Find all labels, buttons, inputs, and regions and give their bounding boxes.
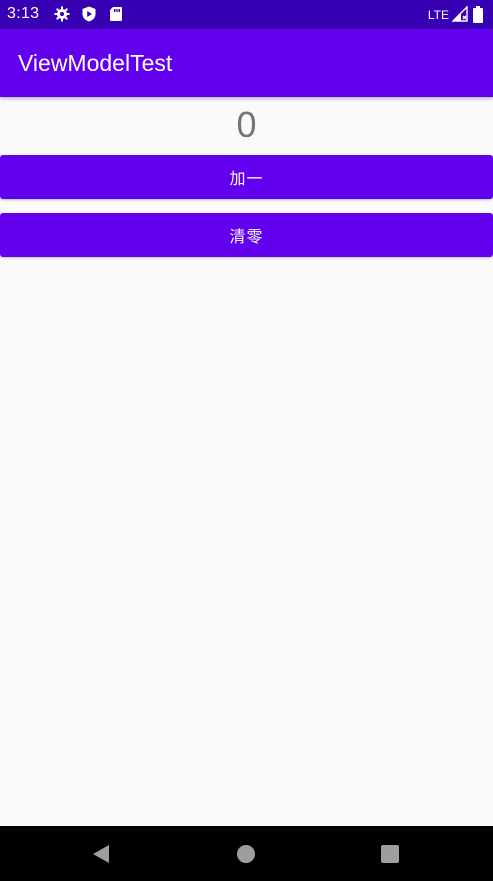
app-title: ViewModelTest bbox=[18, 50, 173, 76]
status-bar: 3:13 LTE bbox=[0, 0, 493, 29]
network-type-label: LTE bbox=[427, 8, 449, 22]
signal-icon bbox=[452, 6, 468, 22]
app-bar: ViewModelTest bbox=[0, 29, 493, 97]
back-icon[interactable] bbox=[90, 843, 112, 865]
add-one-button[interactable]: 加一 bbox=[0, 155, 493, 199]
clear-button[interactable]: 清零 bbox=[0, 213, 493, 257]
counter-value: 0 bbox=[236, 104, 257, 145]
status-time: 3:13 bbox=[7, 5, 40, 22]
home-icon[interactable] bbox=[235, 843, 257, 865]
play-protect-icon bbox=[81, 6, 97, 22]
navigation-bar bbox=[0, 826, 493, 881]
settings-icon bbox=[54, 6, 70, 22]
screen: 3:13 LTE ViewModelTest 0 加一 清零 bbox=[0, 0, 493, 881]
battery-icon bbox=[472, 5, 484, 23]
recents-icon[interactable] bbox=[379, 843, 401, 865]
sd-card-icon bbox=[108, 6, 124, 22]
